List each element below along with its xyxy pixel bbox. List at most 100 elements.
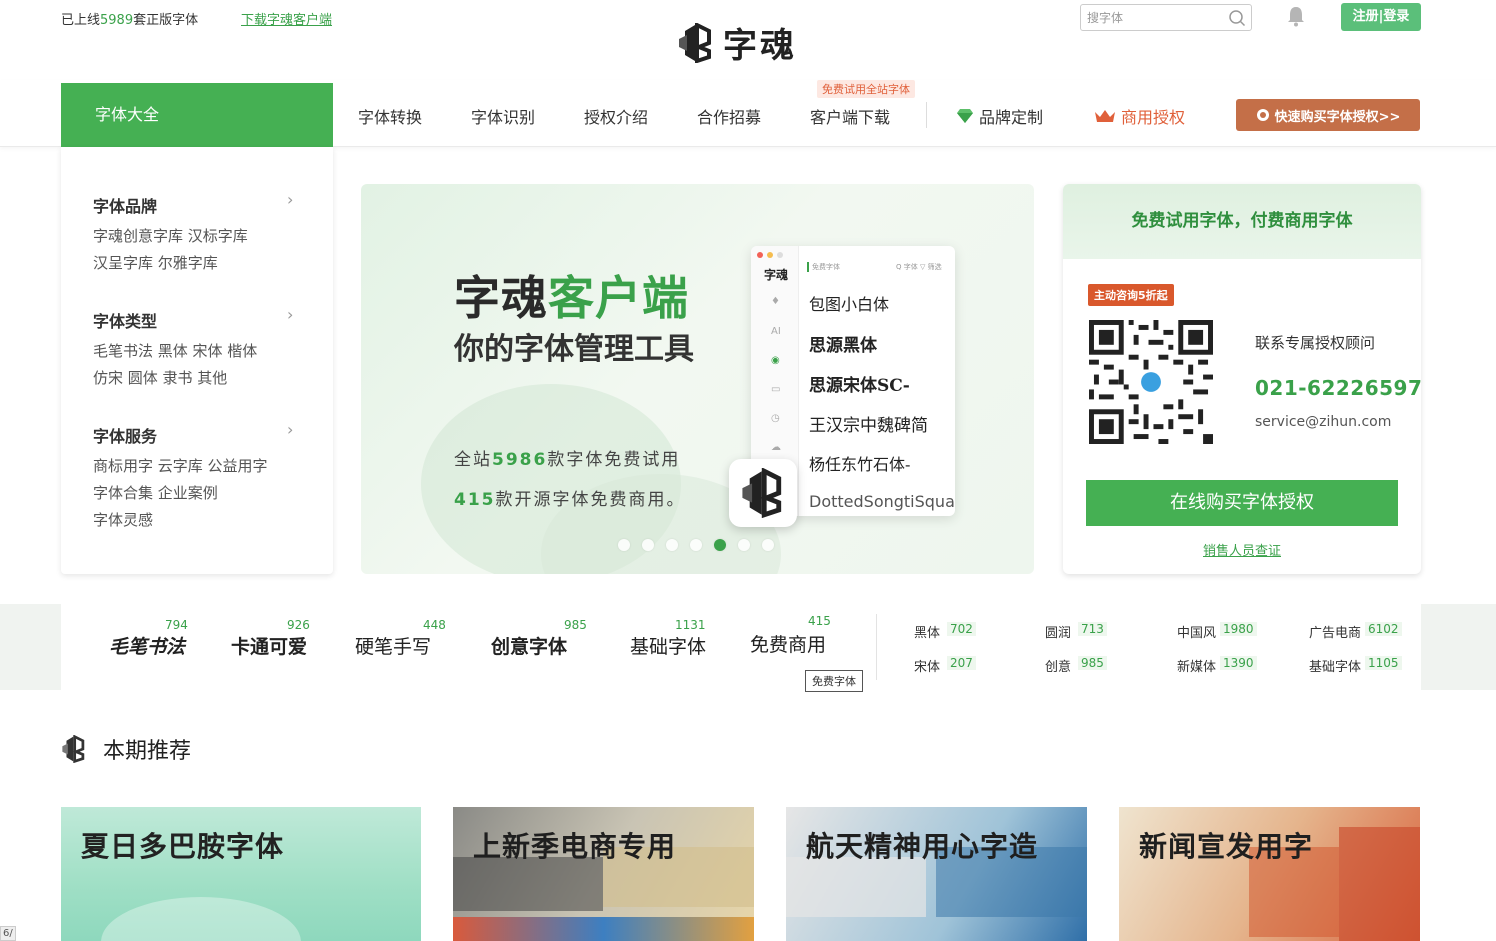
category-title-brand[interactable]: 字体品牌 bbox=[93, 193, 157, 217]
hero-banner[interactable]: 字魂客户端 你的字体管理工具 全站5986款字体免费试用 415款开源字体免费商… bbox=[361, 184, 1034, 574]
type-link[interactable]: 中国风 bbox=[1177, 622, 1216, 641]
mock-font-row: 包图小白体 bbox=[809, 295, 890, 314]
type-link[interactable]: 黑体 bbox=[914, 622, 940, 641]
type-count: 702 bbox=[947, 622, 976, 636]
zihun-logo-icon bbox=[742, 468, 782, 518]
card-decoration bbox=[453, 917, 754, 941]
carousel-pager[interactable] bbox=[618, 539, 774, 551]
recommend-card-title: 航天精神用心字造 bbox=[806, 830, 1039, 863]
site-logo[interactable]: 字魂 bbox=[677, 18, 797, 67]
mock-font-row: 王汉宗中魏碑简 bbox=[809, 416, 928, 436]
carousel-dot[interactable] bbox=[738, 539, 750, 551]
recommend-card[interactable]: 上新季电商专用 bbox=[453, 807, 754, 941]
register-login-button[interactable]: 注册|登录 bbox=[1341, 3, 1421, 31]
license-contact-card: 免费试用字体，付费商用字体 主动咨询5折起 联系专属授权顾问 021-62226… bbox=[1063, 184, 1421, 574]
chevron-right-icon[interactable]: › bbox=[287, 305, 293, 324]
category-links[interactable]: 字体灵感 bbox=[93, 509, 153, 530]
type-link[interactable]: 创意 bbox=[1045, 656, 1071, 675]
mock-tab: 免费字体 bbox=[807, 262, 840, 272]
buy-license-online-button[interactable]: 在线购买字体授权 bbox=[1086, 480, 1398, 526]
nav-font-convert[interactable]: 字体转换 bbox=[358, 104, 422, 128]
nav-client-download[interactable]: 客户端下载 bbox=[810, 104, 890, 128]
diamond-icon bbox=[957, 109, 973, 123]
carousel-dot[interactable] bbox=[666, 539, 678, 551]
tooltip: 免费字体 bbox=[805, 670, 863, 692]
type-link[interactable]: 圆润 bbox=[1045, 622, 1071, 641]
banner-open-source-line: 415款开源字体免费商用。 bbox=[454, 490, 686, 510]
recommend-card[interactable]: 航天精神用心字造 bbox=[786, 807, 1087, 941]
category-links[interactable]: 商标用字 云字库 公益用字 bbox=[93, 455, 268, 476]
card-decoration bbox=[453, 857, 603, 911]
carousel-dot[interactable] bbox=[618, 539, 630, 551]
nav-brand-custom[interactable]: 品牌定制 bbox=[956, 104, 1043, 128]
mock-font-row: 杨任东竹石体- bbox=[809, 455, 911, 474]
search-input[interactable] bbox=[1087, 8, 1217, 27]
recommend-card-title: 上新季电商专用 bbox=[473, 830, 677, 863]
style-count: 985 bbox=[564, 618, 587, 632]
nav-partnership[interactable]: 合作招募 bbox=[697, 104, 761, 128]
type-link[interactable]: 宋体 bbox=[914, 656, 940, 675]
quick-buy-license-button[interactable]: 快速购买字体授权>> bbox=[1236, 99, 1420, 131]
cloud-icon: ☁ bbox=[771, 442, 781, 453]
nav-divider bbox=[926, 102, 927, 128]
recommend-card[interactable]: 新闻宣发用字 bbox=[1119, 807, 1420, 941]
category-menu: 字体品牌 › 字魂创意字库 汉标字库 汉呈字库 尔雅字库 字体类型 › 毛笔书法… bbox=[61, 147, 333, 574]
zihun-logo-icon bbox=[62, 735, 85, 763]
search-box[interactable] bbox=[1080, 4, 1252, 31]
category-links[interactable]: 字体合集 企业案例 bbox=[93, 482, 218, 503]
nav-license-intro[interactable]: 授权介绍 bbox=[584, 104, 648, 128]
category-links[interactable]: 毛笔书法 黑体 宋体 楷体 bbox=[93, 340, 257, 361]
carousel-dot[interactable] bbox=[714, 539, 726, 551]
nav-commercial-license[interactable]: 商用授权 bbox=[1094, 104, 1185, 128]
style-handwriting[interactable]: 硬笔手写 bbox=[355, 632, 431, 659]
banner-free-trial-line: 全站5986款字体免费试用 bbox=[454, 450, 681, 470]
free-trial-badge: 免费试用全站字体 bbox=[817, 80, 915, 98]
nav-font-library[interactable]: 字体大全 bbox=[61, 83, 333, 147]
nav-brand-label: 品牌定制 bbox=[979, 108, 1044, 127]
style-count: 448 bbox=[423, 618, 446, 632]
category-title-service[interactable]: 字体服务 bbox=[93, 423, 157, 447]
category-title-type[interactable]: 字体类型 bbox=[93, 308, 157, 332]
category-links[interactable]: 汉呈字库 尔雅字库 bbox=[93, 252, 218, 273]
type-link[interactable]: 基础字体 bbox=[1309, 656, 1361, 675]
font-style-strip: 794 毛笔书法 926 卡通可爱 448 硬笔手写 985 创意字体 1131… bbox=[61, 604, 1421, 692]
bell-icon[interactable] bbox=[1285, 5, 1307, 27]
clock-icon: ◷ bbox=[771, 413, 780, 424]
category-links[interactable]: 字魂创意字库 汉标字库 bbox=[93, 225, 248, 246]
style-count: 1131 bbox=[675, 618, 706, 632]
style-basic[interactable]: 基础字体 bbox=[630, 632, 706, 659]
style-count: 794 bbox=[165, 618, 188, 632]
consultant-email[interactable]: service@zihun.com bbox=[1255, 414, 1391, 430]
card-decoration bbox=[1339, 827, 1420, 941]
style-calligraphy[interactable]: 毛笔书法 bbox=[109, 632, 185, 659]
mock-font-row: DottedSongtiSquar bbox=[809, 492, 955, 511]
category-links[interactable]: 仿宋 圆体 隶书 其他 bbox=[93, 367, 227, 388]
tagline-count: 5989 bbox=[100, 13, 134, 28]
carousel-dot[interactable] bbox=[690, 539, 702, 551]
type-link[interactable]: 广告电商 bbox=[1309, 622, 1361, 641]
nav-font-recognize[interactable]: 字体识别 bbox=[471, 104, 535, 128]
verify-sales-link[interactable]: 销售人员查证 bbox=[1063, 540, 1421, 559]
chevron-right-icon[interactable]: › bbox=[287, 190, 293, 209]
download-client-link[interactable]: 下载字魂客户端 bbox=[241, 9, 332, 28]
mock-logo: 字魂 bbox=[764, 268, 789, 282]
recommend-card-title: 夏日多巴胺字体 bbox=[81, 830, 285, 863]
type-count: 6102 bbox=[1365, 622, 1402, 636]
type-link[interactable]: 新媒体 bbox=[1177, 656, 1216, 675]
style-cartoon[interactable]: 卡通可爱 bbox=[231, 632, 307, 659]
discount-tag: 主动咨询5折起 bbox=[1088, 284, 1174, 306]
chevron-right-icon[interactable]: › bbox=[287, 420, 293, 439]
recommend-card[interactable]: 夏日多巴胺字体 bbox=[61, 807, 421, 941]
card-decoration bbox=[101, 897, 301, 941]
consultant-phone: 021-62226597 bbox=[1255, 376, 1421, 400]
style-creative[interactable]: 创意字体 bbox=[491, 632, 567, 659]
search-icon[interactable] bbox=[1228, 9, 1246, 27]
type-count: 985 bbox=[1078, 656, 1107, 670]
coin-icon bbox=[1256, 109, 1269, 121]
strip-divider bbox=[876, 614, 877, 680]
carousel-dot[interactable] bbox=[762, 539, 774, 551]
nav-commercial-label: 商用授权 bbox=[1121, 108, 1186, 127]
style-free-commercial[interactable]: 免费商用 bbox=[750, 630, 826, 657]
carousel-dot[interactable] bbox=[642, 539, 654, 551]
mock-filter: Q 字体 ▽ 筛选 bbox=[896, 263, 942, 271]
